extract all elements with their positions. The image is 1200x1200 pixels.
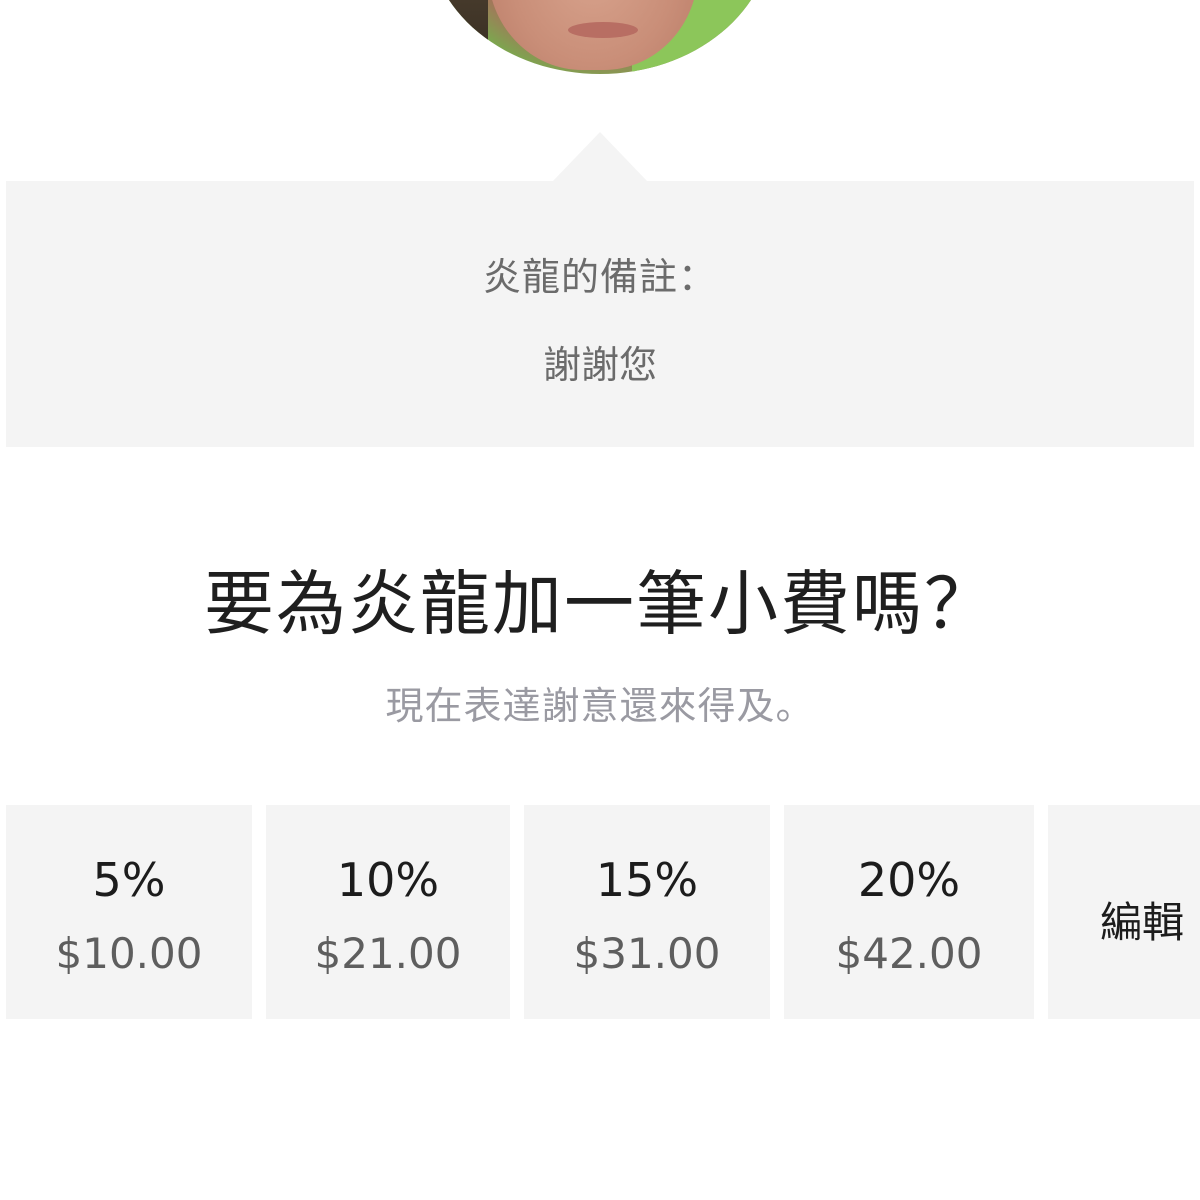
tip-option-20-percent[interactable]: 20% $42.00 bbox=[784, 805, 1034, 1019]
tip-screen: 炎龍的備註： 謝謝您 要為炎龍加一筆小費嗎？ 現在表達謝意還來得及。 5% $1… bbox=[0, 0, 1200, 1200]
tip-amount-label: $21.00 bbox=[314, 929, 462, 978]
note-bubble-pointer bbox=[552, 132, 648, 182]
driver-avatar bbox=[428, 0, 772, 74]
tip-percent-label: 10% bbox=[336, 853, 440, 907]
avatar-background bbox=[428, 0, 488, 74]
driver-note-title: 炎龍的備註： bbox=[482, 255, 717, 299]
tip-heading: 要為炎龍加一筆小費嗎？ bbox=[204, 563, 996, 645]
tip-percent-label: 20% bbox=[857, 853, 961, 907]
tip-percent-label: 5% bbox=[92, 853, 166, 907]
tip-option-10-percent[interactable]: 10% $21.00 bbox=[266, 805, 510, 1019]
tip-percent-label: 15% bbox=[595, 853, 699, 907]
tip-amount-label: $42.00 bbox=[835, 929, 983, 978]
tip-option-15-percent[interactable]: 15% $31.00 bbox=[524, 805, 770, 1019]
tip-option-5-percent[interactable]: 5% $10.00 bbox=[6, 805, 252, 1019]
avatar-mouth bbox=[568, 22, 638, 38]
tip-option-edit[interactable]: 編輯 bbox=[1048, 805, 1200, 1019]
tip-edit-label: 編輯 bbox=[1100, 898, 1185, 947]
driver-note-bubble bbox=[6, 181, 1194, 447]
tip-subheading: 現在表達謝意還來得及。 bbox=[385, 684, 815, 728]
tip-amount-label: $31.00 bbox=[573, 929, 721, 978]
tip-amount-label: $10.00 bbox=[55, 929, 203, 978]
driver-note-message: 謝謝您 bbox=[542, 343, 657, 387]
